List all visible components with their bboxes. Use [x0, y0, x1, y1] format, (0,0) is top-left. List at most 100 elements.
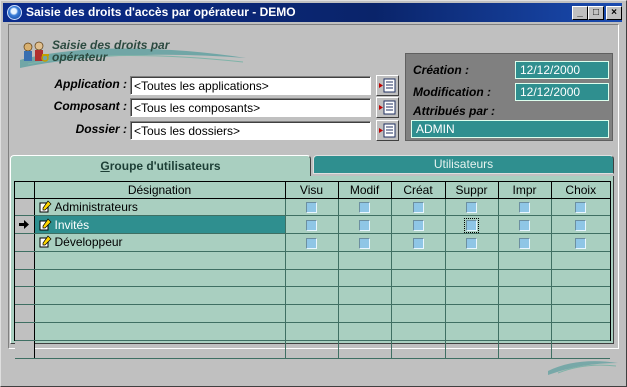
- empty-cell[interactable]: [391, 322, 446, 341]
- empty-cell[interactable]: [391, 340, 446, 359]
- empty-cell[interactable]: [445, 322, 499, 341]
- dossier-list-button[interactable]: [376, 120, 399, 141]
- maximize-button[interactable]: □: [588, 6, 604, 20]
- minimize-button[interactable]: _: [572, 6, 588, 20]
- choix-cell[interactable]: [551, 215, 610, 235]
- empty-cell[interactable]: [285, 322, 339, 341]
- column-header-creat[interactable]: Créat: [391, 182, 446, 199]
- empty-cell[interactable]: [338, 269, 392, 288]
- table-row[interactable]: Développeur: [15, 233, 610, 252]
- row-selector[interactable]: [15, 233, 35, 252]
- modif-cell[interactable]: [338, 233, 392, 252]
- visu-cell[interactable]: [285, 215, 339, 235]
- visu-checkbox[interactable]: [306, 237, 317, 249]
- empty-cell[interactable]: [498, 304, 552, 324]
- empty-cell[interactable]: [498, 340, 552, 359]
- column-header-impr[interactable]: Impr: [498, 182, 552, 199]
- suppr-cell[interactable]: [445, 233, 499, 252]
- row-selector[interactable]: [15, 269, 35, 288]
- row-selector[interactable]: [15, 304, 35, 324]
- empty-cell[interactable]: [445, 304, 499, 324]
- empty-cell[interactable]: [34, 340, 286, 359]
- empty-cell[interactable]: [498, 269, 552, 288]
- creat-cell[interactable]: [391, 198, 446, 217]
- modif-checkbox[interactable]: [359, 237, 370, 249]
- empty-cell[interactable]: [551, 286, 610, 306]
- empty-cell[interactable]: [445, 340, 499, 359]
- impr-cell[interactable]: [498, 215, 552, 235]
- empty-cell[interactable]: [338, 304, 392, 324]
- visu-checkbox[interactable]: [306, 220, 317, 232]
- empty-cell[interactable]: [34, 269, 286, 288]
- table-row-empty[interactable]: [15, 269, 610, 288]
- empty-cell[interactable]: [445, 286, 499, 306]
- suppr-cell[interactable]: [445, 198, 499, 217]
- impr-checkbox[interactable]: [519, 220, 530, 232]
- table-row-empty[interactable]: [15, 251, 610, 270]
- empty-cell[interactable]: [391, 286, 446, 306]
- application-list-button[interactable]: [376, 75, 399, 96]
- suppr-cell[interactable]: [445, 215, 499, 235]
- row-selector[interactable]: [15, 251, 35, 270]
- creat-checkbox[interactable]: [412, 202, 424, 214]
- empty-cell[interactable]: [34, 304, 286, 324]
- table-row[interactable]: Administrateurs: [15, 198, 610, 217]
- empty-cell[interactable]: [285, 269, 339, 288]
- column-header-suppr[interactable]: Suppr: [445, 182, 499, 199]
- visu-checkbox[interactable]: [306, 202, 317, 214]
- empty-cell[interactable]: [551, 322, 610, 341]
- choix-checkbox[interactable]: [575, 202, 587, 214]
- composant-list-button[interactable]: [376, 97, 399, 118]
- row-selector[interactable]: [15, 198, 35, 217]
- empty-cell[interactable]: [498, 251, 552, 270]
- designation-cell[interactable]: Développeur: [34, 233, 286, 252]
- empty-cell[interactable]: [34, 322, 286, 341]
- empty-cell[interactable]: [338, 251, 392, 270]
- empty-cell[interactable]: [285, 304, 339, 324]
- composant-field[interactable]: <Tous les composants>: [130, 98, 371, 117]
- tab-groupe-utilisateurs[interactable]: Groupe d'utilisateurs: [10, 155, 311, 177]
- table-row-empty[interactable]: [15, 340, 610, 359]
- empty-cell[interactable]: [285, 251, 339, 270]
- modif-cell[interactable]: [338, 215, 392, 235]
- suppr-checkbox[interactable]: [466, 202, 477, 214]
- empty-cell[interactable]: [391, 304, 446, 324]
- empty-cell[interactable]: [338, 322, 392, 341]
- empty-cell[interactable]: [551, 269, 610, 288]
- column-header-choix[interactable]: Choix: [551, 182, 610, 199]
- empty-cell[interactable]: [285, 340, 339, 359]
- row-selector[interactable]: [15, 215, 35, 235]
- tab-utilisateurs[interactable]: Utilisateurs: [313, 155, 614, 174]
- empty-cell[interactable]: [551, 251, 610, 270]
- creat-cell[interactable]: [391, 233, 446, 252]
- empty-cell[interactable]: [338, 340, 392, 359]
- visu-cell[interactable]: [285, 198, 339, 217]
- empty-cell[interactable]: [34, 251, 286, 270]
- row-selector[interactable]: [15, 286, 35, 306]
- choix-cell[interactable]: [551, 233, 610, 252]
- empty-cell[interactable]: [34, 286, 286, 306]
- designation-cell[interactable]: Administrateurs: [34, 198, 286, 217]
- column-header-designation[interactable]: Désignation: [34, 182, 286, 199]
- application-field[interactable]: <Toutes les applications>: [130, 76, 371, 95]
- empty-cell[interactable]: [445, 251, 499, 270]
- choix-checkbox[interactable]: [575, 237, 587, 249]
- modif-checkbox[interactable]: [359, 202, 370, 214]
- choix-checkbox[interactable]: [575, 220, 587, 232]
- impr-checkbox[interactable]: [519, 202, 530, 214]
- dossier-field[interactable]: <Tous les dossiers>: [130, 121, 371, 140]
- table-row-empty[interactable]: [15, 322, 610, 341]
- table-row[interactable]: Invités: [15, 215, 610, 235]
- column-header-modif[interactable]: Modif: [338, 182, 392, 199]
- empty-cell[interactable]: [445, 269, 499, 288]
- row-selector[interactable]: [15, 340, 35, 359]
- suppr-checkbox[interactable]: [464, 218, 479, 234]
- table-row-empty[interactable]: [15, 286, 610, 306]
- creat-checkbox[interactable]: [412, 220, 424, 232]
- impr-cell[interactable]: [498, 198, 552, 217]
- modif-cell[interactable]: [338, 198, 392, 217]
- modif-checkbox[interactable]: [359, 220, 370, 232]
- empty-cell[interactable]: [391, 251, 446, 270]
- creat-checkbox[interactable]: [412, 237, 424, 249]
- empty-cell[interactable]: [498, 322, 552, 341]
